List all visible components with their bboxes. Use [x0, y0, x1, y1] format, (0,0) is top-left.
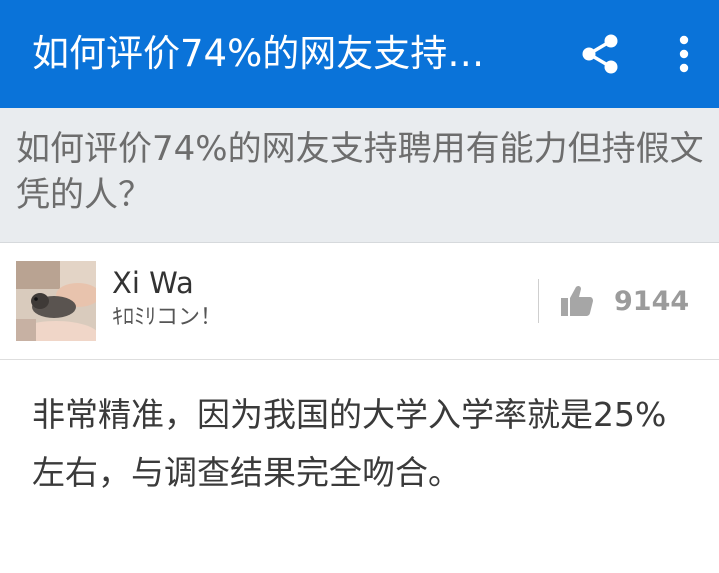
- more-options-button[interactable]: [656, 26, 712, 82]
- page-title: 如何评价74%的网友支持…: [32, 32, 485, 75]
- top-app-bar: 如何评价74%的网友支持…: [0, 0, 719, 108]
- author-row: Xi Wa ｷﾛﾐﾘコン！ 9144: [0, 243, 719, 360]
- answer-screen: 如何评价74%的网友支持… 如何评价74%的网友支持聘用有能力但持假文凭的人？: [0, 0, 719, 573]
- avatar-photo: [16, 261, 96, 341]
- upvote-button[interactable]: 9144: [560, 279, 689, 323]
- share-icon: [582, 34, 618, 74]
- question-title: 如何评价74%的网友支持聘用有能力但持假文凭的人？: [16, 129, 704, 215]
- avatar[interactable]: [16, 261, 96, 341]
- author-name[interactable]: Xi Wa: [112, 265, 194, 301]
- share-button[interactable]: [572, 26, 628, 82]
- more-vertical-icon: [679, 35, 689, 73]
- question-header[interactable]: 如何评价74%的网友支持聘用有能力但持假文凭的人？: [0, 108, 719, 243]
- thumbs-up-icon: [561, 285, 593, 316]
- divider: [538, 279, 539, 323]
- answer-text: 非常精准，因为我国的大学入学率就是25%左右，与调查结果完全吻合。: [32, 395, 667, 492]
- vote-count: 9144: [614, 285, 690, 317]
- author-bio: ｷﾛﾐﾘコン！: [112, 305, 223, 330]
